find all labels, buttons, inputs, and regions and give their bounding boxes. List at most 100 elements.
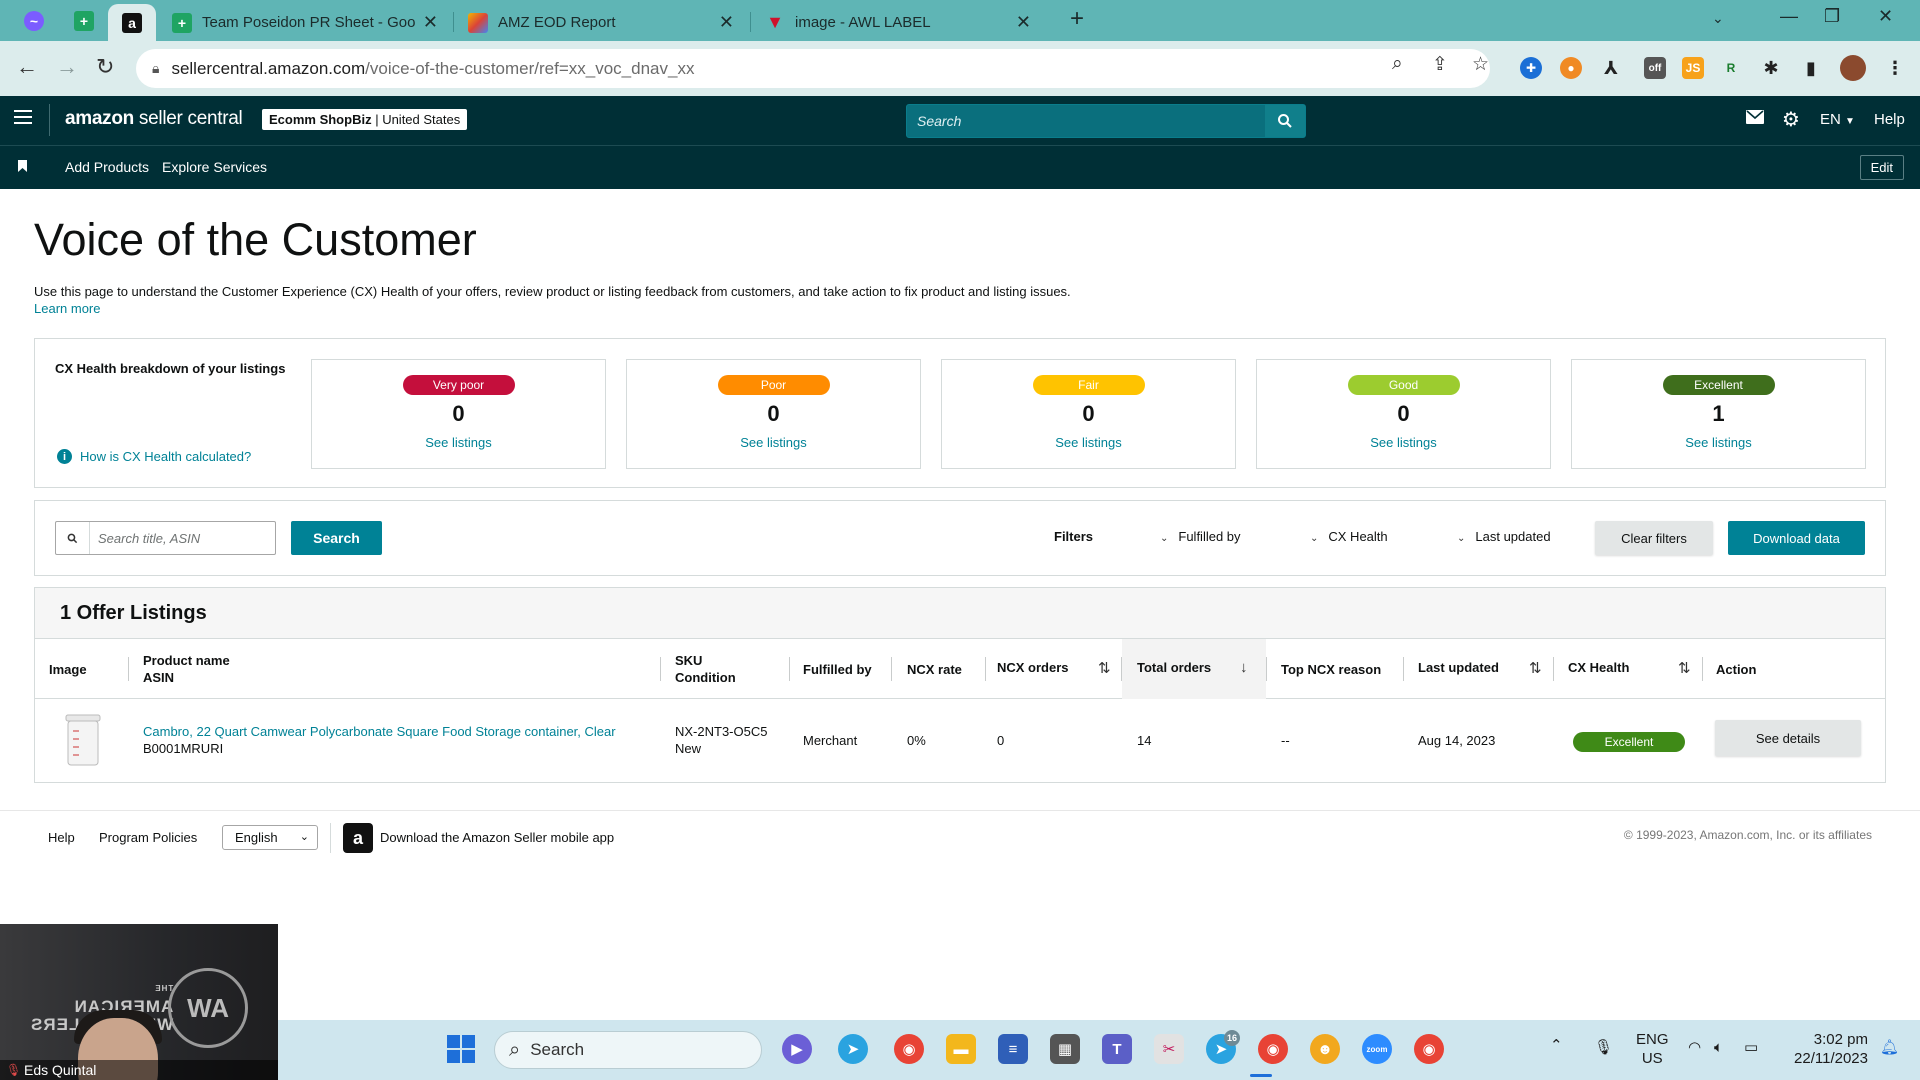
windows-start-icon[interactable]	[446, 1034, 476, 1064]
hamburger-menu-icon[interactable]	[14, 110, 32, 124]
col-last-updated[interactable]: Last updated	[1418, 639, 1499, 699]
microphone-icon[interactable]: 🎙︎	[1594, 1038, 1613, 1057]
volume-icon[interactable]: 🔈︎	[1714, 1038, 1723, 1057]
chrome-icon[interactable]: ◉	[1258, 1034, 1288, 1064]
chrome-icon[interactable]: ◉	[1414, 1034, 1444, 1064]
file-explorer-icon[interactable]: ▬	[946, 1034, 976, 1064]
app-icon[interactable]: ☻	[1310, 1034, 1340, 1064]
tab-amz-eod[interactable]: AMZ EOD Report ✕	[456, 4, 746, 41]
col-fulfilled-by: Fulfilled by	[803, 661, 872, 677]
telegram-icon[interactable]: ➤	[838, 1034, 868, 1064]
forward-arrow-icon[interactable]: →	[56, 54, 78, 80]
col-sku[interactable]: SKU Condition	[675, 639, 736, 699]
clear-filters-button[interactable]: Clear filters	[1595, 521, 1713, 555]
fulfilled-by-dropdown[interactable]: ⌄ Fulfilled by	[1160, 529, 1241, 544]
tab-awl-label[interactable]: ▼ image - AWL LABEL ✕	[753, 4, 1043, 41]
taskbar-search[interactable]: ⌕ Search	[494, 1031, 762, 1069]
download-data-button[interactable]: Download data	[1728, 521, 1865, 555]
reload-icon[interactable]: ↻	[96, 54, 114, 80]
close-icon[interactable]: ✕	[719, 12, 734, 33]
minimize-button[interactable]: —	[1780, 6, 1798, 27]
cx-health-help-link[interactable]: i How is CX Health calculated?	[57, 449, 251, 464]
close-icon[interactable]: ✕	[1016, 12, 1031, 33]
subnav-explore-services[interactable]: Explore Services	[162, 159, 267, 175]
restore-button[interactable]: ❐	[1824, 6, 1840, 27]
see-details-button[interactable]: See details	[1715, 720, 1861, 756]
learn-more-link[interactable]: Learn more	[34, 301, 100, 316]
search-button[interactable]: Search	[291, 521, 382, 555]
sort-icon[interactable]: ⇅	[1678, 659, 1691, 677]
chat-app-icon[interactable]: ▶	[782, 1034, 812, 1064]
chrome-icon[interactable]: ◉	[894, 1034, 924, 1064]
zoom-icon[interactable]: zoom	[1362, 1034, 1392, 1064]
battery-icon[interactable]: ▭	[1744, 1038, 1758, 1057]
sort-icon[interactable]: ⇅	[1098, 659, 1111, 677]
see-listings-link[interactable]: See listings	[627, 435, 920, 450]
see-listings-link[interactable]: See listings	[942, 435, 1235, 450]
sheets-tab[interactable]: +	[64, 6, 104, 36]
back-arrow-icon[interactable]: ←	[16, 54, 38, 80]
cx-count: 0	[452, 401, 465, 426]
gear-icon[interactable]: ⚙	[1782, 107, 1800, 132]
footer-policies-link[interactable]: Program Policies	[99, 830, 197, 845]
product-thumbnail[interactable]	[63, 713, 103, 771]
new-tab-button[interactable]: +	[1070, 5, 1084, 33]
side-panel-icon[interactable]: ▮	[1800, 57, 1822, 79]
extension-off-icon[interactable]: off	[1644, 57, 1666, 79]
sort-descending-icon[interactable]: ↓	[1240, 659, 1248, 676]
menu-kebab-icon[interactable]: ⋮	[1884, 57, 1906, 79]
mail-icon[interactable]	[1746, 110, 1764, 128]
see-listings-link[interactable]: See listings	[312, 435, 605, 450]
cx-health-dropdown[interactable]: ⌄ CX Health	[1310, 529, 1388, 544]
wifi-icon[interactable]: ◠	[1688, 1038, 1701, 1057]
footer-language-select[interactable]: English ⌄	[222, 825, 318, 850]
help-link[interactable]: Help	[1874, 111, 1905, 128]
extension-icon[interactable]: ●	[1560, 57, 1582, 79]
notepad-icon[interactable]: ≡	[998, 1034, 1028, 1064]
extension-icon[interactable]: R	[1720, 57, 1742, 79]
extension-js-icon[interactable]: JS	[1682, 57, 1704, 79]
calculator-icon[interactable]: ▦	[1050, 1034, 1080, 1064]
see-listings-link[interactable]: See listings	[1257, 435, 1550, 450]
url-bar[interactable]: 🔒︎ sellercentral.amazon.com/voice-of-the…	[136, 49, 1490, 88]
listing-search-input[interactable]	[92, 522, 274, 554]
col-ncx-orders[interactable]: NCX orders	[997, 639, 1069, 699]
col-total-orders[interactable]: Total orders	[1137, 639, 1211, 699]
teams-icon[interactable]: T	[1102, 1034, 1132, 1064]
profile-avatar[interactable]	[1840, 55, 1866, 81]
edit-button[interactable]: Edit	[1859, 155, 1904, 180]
tab-team-poseidon[interactable]: + Team Poseidon PR Sheet - Goog ✕	[160, 4, 450, 41]
store-switcher[interactable]: Ecomm ShopBiz | United States	[262, 109, 468, 130]
sort-icon[interactable]: ⇅	[1529, 659, 1542, 677]
see-listings-link[interactable]: See listings	[1572, 435, 1865, 450]
language-menu[interactable]: EN ▼	[1820, 111, 1855, 128]
clock[interactable]: 3:02 pm 22/11/2023	[1778, 1030, 1868, 1068]
bookmark-star-icon[interactable]: ☆	[1472, 53, 1489, 76]
seller-central-logo[interactable]: amazon seller central	[65, 108, 243, 130]
header-search-button[interactable]	[1265, 105, 1305, 137]
bookmark-icon[interactable]	[18, 160, 27, 175]
close-window-button[interactable]: ✕	[1878, 6, 1893, 27]
input-language[interactable]: ENG US	[1636, 1030, 1669, 1068]
zoom-icon[interactable]: ⌕	[1392, 53, 1403, 75]
puzzle-icon[interactable]: ✱	[1760, 57, 1782, 79]
extension-icon[interactable]: ⅄	[1600, 57, 1622, 79]
share-icon[interactable]: ⇪	[1432, 53, 1448, 76]
product-name-link[interactable]: Cambro, 22 Quart Camwear Polycarbonate S…	[143, 723, 616, 740]
extension-icon[interactable]: ✚	[1520, 57, 1542, 79]
tab-search-chevron-icon[interactable]: ⌄	[1712, 10, 1724, 27]
snipping-tool-icon[interactable]: ✂	[1154, 1034, 1184, 1064]
last-updated-dropdown[interactable]: ⌄ Last updated	[1457, 529, 1551, 544]
tab-amazon-active[interactable]: a	[108, 4, 156, 41]
mobile-app-link[interactable]: Download the Amazon Seller mobile app	[380, 830, 614, 845]
header-search-input[interactable]	[907, 105, 1267, 137]
subnav-add-products[interactable]: Add Products	[65, 159, 149, 175]
chevron-up-icon[interactable]: ⌃	[1550, 1036, 1563, 1055]
footer-help-link[interactable]: Help	[48, 830, 75, 845]
col-product[interactable]: Product name ASIN	[143, 639, 230, 699]
close-icon[interactable]: ✕	[423, 12, 438, 33]
notifications-icon[interactable]: 🔔︎	[1880, 1038, 1899, 1057]
messenger-tab[interactable]: ~	[14, 6, 54, 36]
amazon-app-icon[interactable]: a	[343, 823, 373, 853]
col-cx-health[interactable]: CX Health	[1568, 639, 1629, 699]
